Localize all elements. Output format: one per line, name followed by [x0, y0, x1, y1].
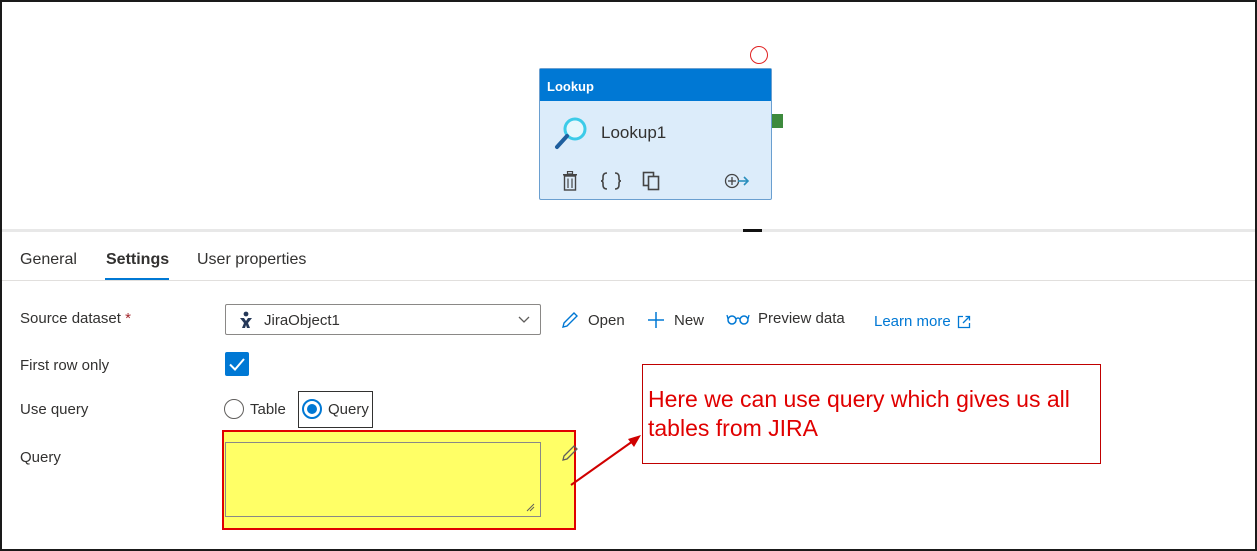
panel-resize-handle[interactable]: [743, 229, 762, 232]
annotation-text: Here we can use query which gives us all…: [648, 386, 1070, 441]
first-row-only-checkbox[interactable]: [225, 352, 249, 376]
tab-general[interactable]: General: [20, 251, 77, 269]
activity-name: Lookup1: [601, 123, 667, 142]
radio-query-circle[interactable]: [302, 399, 322, 419]
code-braces-icon[interactable]: [600, 171, 622, 191]
chevron-down-icon: [518, 316, 530, 323]
magnifier-icon: [555, 117, 587, 149]
preview-data-label: Preview data: [758, 310, 845, 327]
learn-more-link[interactable]: Learn more: [874, 313, 971, 330]
use-query-label: Use query: [20, 401, 89, 418]
activity-status-circle-icon: [750, 46, 768, 64]
open-button[interactable]: Open: [560, 310, 625, 330]
panel-divider: [2, 229, 1255, 232]
add-output-icon[interactable]: [724, 171, 750, 191]
query-textarea[interactable]: [225, 442, 541, 517]
copy-icon[interactable]: [642, 171, 662, 191]
new-button-label: New: [674, 311, 705, 329]
radio-table-circle[interactable]: [224, 399, 244, 419]
source-dataset-label: Source dataset *: [20, 310, 131, 327]
radio-table[interactable]: Table: [224, 399, 286, 419]
pencil-icon: [562, 312, 578, 328]
new-button[interactable]: New: [646, 310, 704, 330]
required-marker: *: [125, 310, 131, 327]
source-dataset-select[interactable]: JiraObject1: [225, 304, 541, 335]
tabs-divider: [2, 280, 1255, 281]
delete-icon[interactable]: [562, 171, 578, 191]
jira-icon: [240, 311, 252, 328]
radio-table-label: Table: [250, 400, 286, 418]
edit-query-icon[interactable]: [560, 443, 580, 463]
plus-icon: [648, 312, 664, 328]
success-output-port[interactable]: [772, 114, 783, 128]
tab-user-properties[interactable]: User properties: [197, 251, 306, 269]
learn-more-label: Learn more: [874, 313, 951, 330]
open-button-label: Open: [588, 311, 625, 329]
query-label: Query: [20, 449, 61, 466]
activity-type-label: Lookup: [540, 69, 771, 101]
preview-data-button[interactable]: Preview data: [726, 310, 845, 327]
annotation-callout: Here we can use query which gives us all…: [642, 364, 1101, 464]
radio-query-label: Query: [328, 400, 369, 418]
tab-settings[interactable]: Settings: [106, 251, 169, 269]
source-dataset-value: JiraObject1: [264, 312, 340, 329]
resize-grip-icon[interactable]: [525, 502, 535, 512]
first-row-only-label: First row only: [20, 357, 110, 374]
glasses-icon: [726, 314, 750, 325]
lookup-activity-node[interactable]: Lookup Lookup1: [539, 68, 772, 200]
radio-query[interactable]: Query: [302, 399, 369, 419]
external-link-icon: [957, 315, 970, 328]
checkmark-icon: [229, 358, 245, 371]
source-dataset-label-text: Source dataset: [20, 310, 121, 327]
